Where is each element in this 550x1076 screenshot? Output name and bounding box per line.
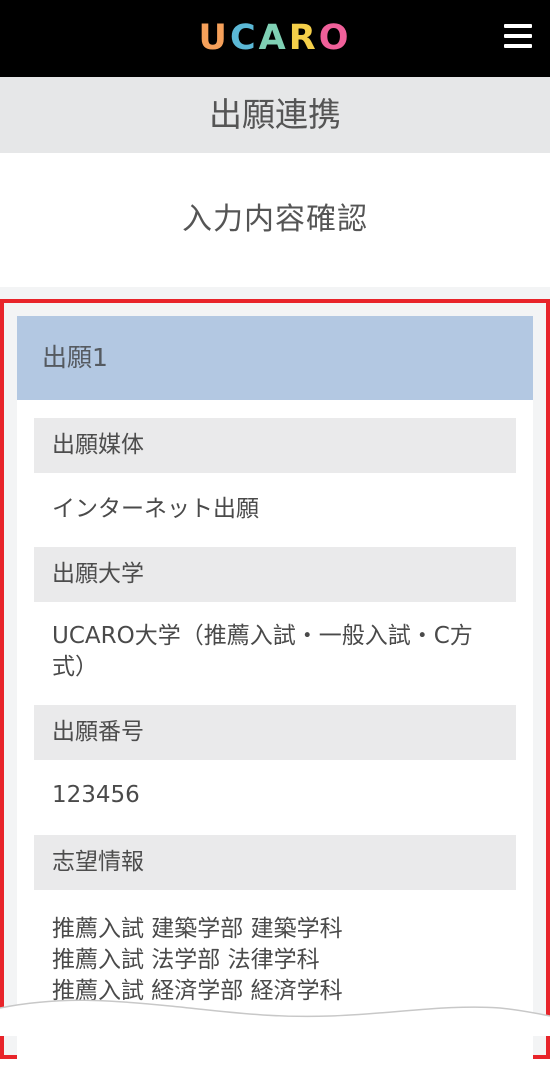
field-label-media: 出願媒体 (34, 418, 516, 473)
page-title-bar: 出願連携 (0, 77, 550, 153)
application-fields: 出願媒体 インターネット出願 出願大学 UCARO大学（推薦入試・一般入試・C方… (17, 400, 533, 1030)
field-value-media: インターネット出願 (52, 496, 259, 522)
logo-letter: U (198, 18, 230, 58)
field-label-preference: 志望情報 (34, 835, 516, 890)
app-header: UCARO (0, 0, 550, 77)
field-label-application-number: 出願番号 (34, 705, 516, 760)
logo-letter: O (318, 18, 352, 58)
torn-edge (0, 999, 550, 1036)
step-title-section: 入力内容確認 (0, 153, 550, 287)
application-card: 出願1 出願媒体 インターネット出願 出願大学 UCARO大学（推薦入試・一般入… (17, 316, 533, 1076)
highlighted-panel: 出願1 出願媒体 インターネット出願 出願大学 UCARO大学（推薦入試・一般入… (0, 299, 550, 1076)
field-label-university: 出願大学 (34, 547, 516, 602)
logo-letter: R (288, 18, 319, 58)
ucaro-logo[interactable]: UCARO (0, 18, 550, 58)
field-value-application-number: 123456 (52, 782, 140, 808)
field-value-university: UCARO大学（推薦入試・一般入試・C方式） (52, 623, 473, 680)
application-heading: 出願1 (17, 316, 533, 400)
section-gap (0, 287, 550, 299)
hamburger-menu-icon[interactable] (504, 24, 532, 48)
logo-letter: A (258, 18, 289, 58)
step-title: 入力内容確認 (182, 202, 368, 237)
logo-letter: C (229, 18, 259, 58)
page-title: 出願連携 (209, 95, 341, 134)
